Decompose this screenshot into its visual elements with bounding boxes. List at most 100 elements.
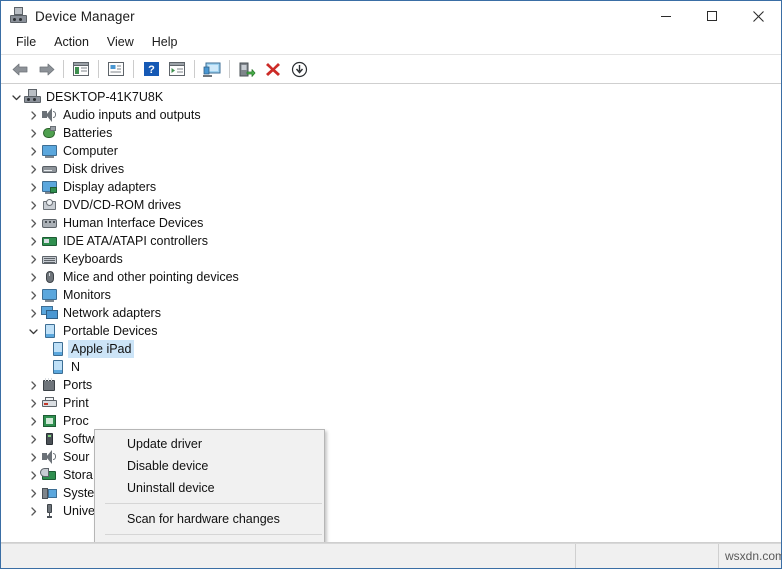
scan-for-hardware-changes-icon[interactable] <box>199 57 225 81</box>
portable-device-icon <box>41 323 58 339</box>
monitor-icon <box>41 287 58 303</box>
chevron-right-icon[interactable] <box>26 304 41 322</box>
speaker-icon <box>41 449 58 465</box>
chevron-down-icon[interactable] <box>9 88 24 106</box>
chevron-right-icon[interactable] <box>26 250 41 268</box>
menu-bar: File Action View Help <box>1 31 781 55</box>
chevron-right-icon[interactable] <box>26 178 41 196</box>
chevron-right-icon[interactable] <box>26 196 41 214</box>
chevron-right-icon[interactable] <box>26 502 41 520</box>
chevron-right-icon[interactable] <box>26 376 41 394</box>
disable-device-icon[interactable] <box>286 57 312 81</box>
port-icon <box>41 377 58 393</box>
chevron-right-icon[interactable] <box>26 448 41 466</box>
tree-node-label: Mice and other pointing devices <box>63 270 239 284</box>
tree-node-label: Audio inputs and outputs <box>63 108 201 122</box>
portable-device-icon <box>49 341 66 357</box>
storage-controller-icon <box>40 467 58 483</box>
context-menu-separator <box>105 503 322 504</box>
chevron-right-icon[interactable] <box>26 286 41 304</box>
uninstall-device-icon[interactable] <box>260 57 286 81</box>
view-icon[interactable] <box>164 57 190 81</box>
tree-node-ports[interactable]: Ports <box>1 376 781 394</box>
battery-icon <box>41 125 58 141</box>
printer-icon <box>41 395 58 411</box>
tree-node-label: N <box>71 360 81 374</box>
maximize-button[interactable] <box>689 1 735 31</box>
tree-node-label: Sour <box>63 450 90 464</box>
chevron-right-icon[interactable] <box>26 466 41 484</box>
show-hide-console-tree-icon[interactable] <box>68 57 94 81</box>
menu-help[interactable]: Help <box>143 32 187 53</box>
chevron-right-icon[interactable] <box>26 430 41 448</box>
tree-node-print-queues[interactable]: Print <box>1 394 781 412</box>
tree-node-label: Display adapters <box>63 180 157 194</box>
context-menu-item-disable-device[interactable]: Disable device <box>95 455 324 477</box>
status-bar: wsxdn.com <box>1 543 782 568</box>
chevron-right-icon[interactable] <box>26 142 41 160</box>
chevron-right-icon[interactable] <box>26 106 41 124</box>
tree-node-network-adapters[interactable]: Network adapters <box>1 304 781 322</box>
chevron-right-icon[interactable] <box>26 412 41 430</box>
disk-drive-icon <box>41 161 58 177</box>
toolbar-separator <box>229 60 230 78</box>
tree-node-ide-ata-atapi-controllers[interactable]: IDE ATA/ATAPI controllers <box>1 232 781 250</box>
tree-node-label: IDE ATA/ATAPI controllers <box>63 234 208 248</box>
tree-node-batteries[interactable]: Batteries <box>1 124 781 142</box>
tree-node-audio-inputs-and-outputs[interactable]: Audio inputs and outputs <box>1 106 781 124</box>
tree-node-mice-and-other-pointing-devices[interactable]: Mice and other pointing devices <box>1 268 781 286</box>
toolbar-separator <box>194 60 195 78</box>
properties-icon[interactable] <box>103 57 129 81</box>
tree-node-portable-devices[interactable]: Portable Devices <box>1 322 781 340</box>
context-menu-item-uninstall-device[interactable]: Uninstall device <box>95 477 324 499</box>
menu-view[interactable]: View <box>98 32 143 53</box>
chevron-right-icon[interactable] <box>26 160 41 178</box>
tree-node-processors[interactable]: Proc <box>1 412 781 430</box>
status-pane-message <box>1 544 576 568</box>
tree-node-computer[interactable]: Computer <box>1 142 781 160</box>
back-icon[interactable] <box>7 57 33 81</box>
toolbar-separator <box>63 60 64 78</box>
minimize-button[interactable] <box>643 1 689 31</box>
ide-controller-icon <box>41 233 58 249</box>
close-button[interactable] <box>735 1 781 31</box>
toolbar: ? <box>1 55 781 84</box>
tree-node-display-adapters[interactable]: Display adapters <box>1 178 781 196</box>
chevron-right-icon[interactable] <box>26 484 41 502</box>
toolbar-separator <box>98 60 99 78</box>
tree-node-apple-ipad[interactable]: Apple iPad <box>1 340 781 358</box>
menu-action[interactable]: Action <box>45 32 98 53</box>
tree-node-label: DESKTOP-41K7U8K <box>46 90 164 104</box>
chevron-right-icon[interactable] <box>26 268 41 286</box>
caption-buttons <box>643 1 781 31</box>
tree-node-dvd-cd-rom-drives[interactable]: DVD/CD-ROM drives <box>1 196 781 214</box>
tree-node-label: Batteries <box>63 126 113 140</box>
chevron-right-icon[interactable] <box>26 214 41 232</box>
menu-file[interactable]: File <box>7 32 45 53</box>
dvd-drive-icon <box>41 197 58 213</box>
tree-node-disk-drives[interactable]: Disk drives <box>1 160 781 178</box>
tree-node-label: Portable Devices <box>63 324 158 338</box>
tree-node-label: Computer <box>63 144 118 158</box>
help-icon[interactable]: ? <box>138 57 164 81</box>
update-driver-icon[interactable] <box>234 57 260 81</box>
chevron-right-icon[interactable] <box>26 124 41 142</box>
monitor-icon <box>41 143 58 159</box>
forward-icon[interactable] <box>33 57 59 81</box>
tree-node-keyboards[interactable]: Keyboards <box>1 250 781 268</box>
context-menu-item-properties[interactable]: Properties <box>95 539 324 542</box>
tree-node-portable-device-2[interactable]: N <box>1 358 781 376</box>
tree-node-label: Apple iPad <box>68 340 135 358</box>
tree-node-root[interactable]: DESKTOP-41K7U8K <box>1 88 781 106</box>
chevron-right-icon[interactable] <box>26 232 41 250</box>
status-pane-secondary <box>576 544 719 568</box>
context-menu-item-scan-for-hardware-changes[interactable]: Scan for hardware changes <box>95 508 324 530</box>
tree-node-monitors[interactable]: Monitors <box>1 286 781 304</box>
software-device-icon <box>41 431 58 447</box>
context-menu-item-update-driver[interactable]: Update driver <box>95 433 324 455</box>
tree-node-human-interface-devices[interactable]: Human Interface Devices <box>1 214 781 232</box>
device-manager-icon <box>10 7 28 25</box>
context-menu[interactable]: Update driver Disable device Uninstall d… <box>94 429 325 542</box>
chevron-down-icon[interactable] <box>26 322 41 340</box>
chevron-right-icon[interactable] <box>26 394 41 412</box>
